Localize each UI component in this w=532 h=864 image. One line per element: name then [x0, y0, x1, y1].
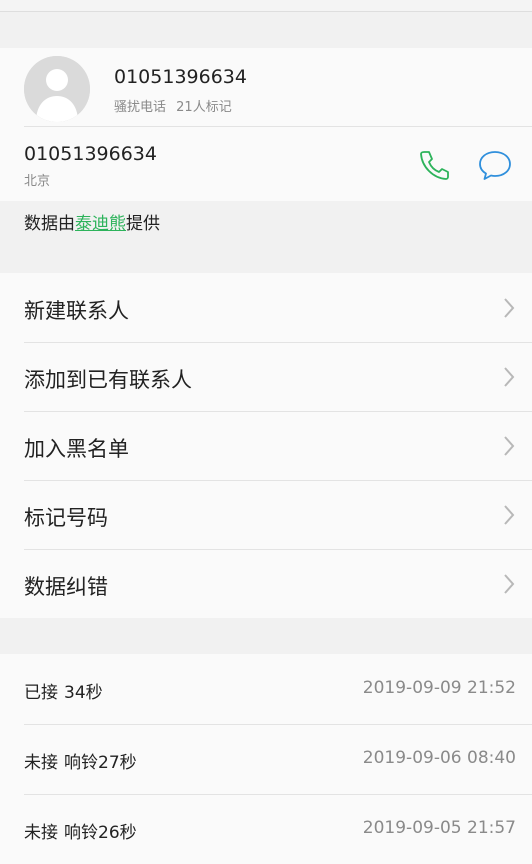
action-mark-number[interactable]: 标记号码 [0, 480, 532, 549]
call-status: 未接 响铃26秒 [24, 818, 137, 843]
call-duration: 响铃27秒 [64, 753, 137, 773]
action-blacklist[interactable]: 加入黑名单 [0, 411, 532, 480]
phone-icon [420, 151, 449, 180]
tag-count: 21人标记 [176, 100, 232, 115]
chevron-right-icon [504, 505, 515, 525]
section-gap [0, 618, 532, 654]
provider-prefix: 数据由 [24, 214, 75, 234]
section-gap [0, 12, 532, 48]
number-location: 北京 [24, 174, 51, 189]
action-correct-data[interactable]: 数据纠错 [0, 549, 532, 618]
chat-bubble-icon [479, 151, 511, 180]
action-add-to-existing[interactable]: 添加到已有联系人 [0, 342, 532, 411]
action-list: 新建联系人 添加到已有联系人 加入黑名单 标记号码 数据纠错 [0, 273, 532, 618]
status-bar [0, 0, 532, 12]
call-time: 2019-09-05 21:57 [362, 818, 516, 838]
call-status-label: 已接 [24, 683, 58, 703]
call-status: 未接 响铃27秒 [24, 748, 137, 773]
contact-card: 01051396634 骚扰电话 21人标记 01051396634 北京 [0, 48, 532, 201]
tag-type: 骚扰电话 [114, 100, 167, 115]
call-duration: 34秒 [64, 683, 103, 703]
contact-tag: 骚扰电话 21人标记 [114, 96, 232, 115]
action-label: 标记号码 [24, 506, 108, 530]
call-log-row: 已接 34秒 2019-09-09 21:52 [0, 654, 532, 724]
provider-link[interactable]: 泰迪熊 [75, 214, 126, 234]
contact-header: 01051396634 骚扰电话 21人标记 [0, 48, 532, 126]
action-new-contact[interactable]: 新建联系人 [0, 273, 532, 342]
chevron-right-icon [504, 574, 515, 594]
avatar [24, 56, 90, 122]
call-time: 2019-09-06 08:40 [362, 748, 516, 768]
call-status-label: 未接 [24, 823, 58, 843]
chevron-right-icon [504, 298, 515, 318]
call-time: 2019-09-09 21:52 [362, 678, 516, 698]
call-duration: 响铃26秒 [64, 823, 137, 843]
phone-number: 01051396634 [24, 143, 157, 165]
call-log-row: 未接 响铃26秒 2019-09-05 21:57 [0, 794, 532, 864]
person-silhouette-icon [24, 56, 90, 122]
contact-name: 01051396634 [114, 66, 247, 88]
call-status: 已接 34秒 [24, 678, 103, 703]
provider-text: 数据由泰迪熊提供 [24, 209, 160, 234]
provider-suffix: 提供 [126, 214, 160, 234]
call-log: 已接 34秒 2019-09-09 21:52 未接 响铃27秒 2019-09-0… [0, 654, 532, 864]
message-button[interactable] [477, 147, 513, 183]
chevron-right-icon [504, 367, 515, 387]
call-log-row: 未接 响铃27秒 2019-09-06 08:40 [0, 724, 532, 794]
action-label: 数据纠错 [24, 575, 108, 599]
call-button[interactable] [416, 147, 452, 183]
action-label: 加入黑名单 [24, 437, 129, 461]
chevron-right-icon [504, 436, 515, 456]
data-provider: 数据由泰迪熊提供 [0, 201, 532, 273]
number-row: 01051396634 北京 [0, 127, 532, 201]
action-label: 新建联系人 [24, 299, 129, 323]
action-label: 添加到已有联系人 [24, 368, 192, 392]
call-status-label: 未接 [24, 753, 58, 773]
